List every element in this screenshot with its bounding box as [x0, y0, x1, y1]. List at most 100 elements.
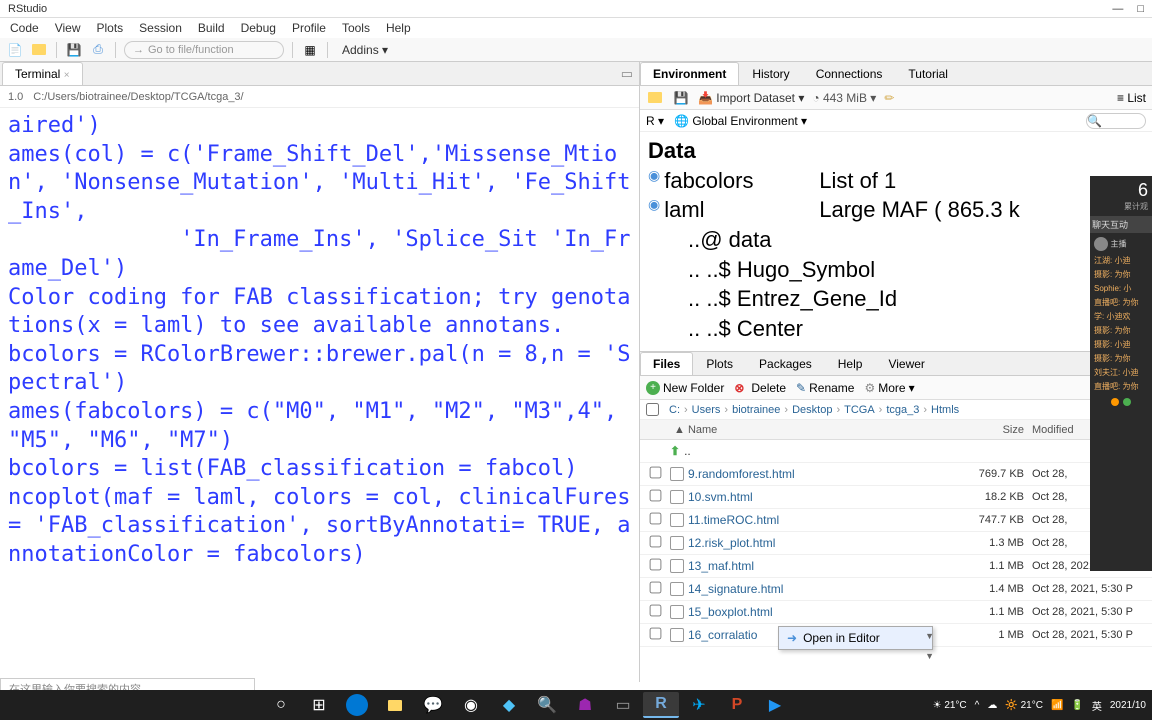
tab-tutorial[interactable]: Tutorial [895, 62, 961, 85]
memory-indicator[interactable]: ◔ 443 MiB ▾ [812, 91, 876, 105]
clock[interactable]: 2021/10 [1110, 700, 1146, 711]
file-row[interactable]: 9.randomforest.html 769.7 KB Oct 28, [640, 463, 1152, 486]
env-tree-line: .. ..$ Hugo_Symbol [648, 255, 1144, 285]
file-checkbox[interactable] [649, 467, 661, 479]
tab-history[interactable]: History [739, 62, 802, 85]
path-seg[interactable]: C: [669, 404, 680, 416]
file-row[interactable]: 10.svm.html 18.2 KB Oct 28, [640, 486, 1152, 509]
rstudio-icon[interactable]: R [643, 692, 679, 718]
new-file-icon[interactable]: 📄 [6, 41, 24, 59]
new-folder-button[interactable]: +New Folder [646, 381, 724, 395]
tray-icon[interactable]: 📶 [1051, 700, 1063, 711]
env-search-input[interactable]: 🔍 [1086, 113, 1146, 129]
open-file-icon[interactable] [30, 41, 48, 59]
global-env-dropdown[interactable]: 🌐 Global Environment ▾ [674, 114, 807, 128]
save-env-icon[interactable]: 💾 [672, 89, 690, 107]
path-seg[interactable]: tcga_3 [886, 404, 919, 416]
explorer-icon[interactable] [377, 692, 413, 718]
cortana-icon[interactable]: ○ [263, 692, 299, 718]
list-view-button[interactable]: ≡ List [1117, 91, 1146, 105]
cloud-icon[interactable]: ☁ [987, 700, 997, 711]
open-in-editor-item[interactable]: ➜ Open in Editor [779, 627, 932, 649]
file-row[interactable]: 14_signature.html 1.4 MB Oct 28, 2021, 5… [640, 578, 1152, 601]
tab-environment[interactable]: Environment [640, 62, 739, 85]
env-item-fabcolors[interactable]: ◉ fabcolors List of 1 [648, 166, 1144, 196]
menu-help[interactable]: Help [380, 21, 417, 35]
file-checkbox[interactable] [649, 605, 661, 617]
tab-viewer[interactable]: Viewer [875, 352, 937, 375]
menu-build[interactable]: Build [192, 21, 231, 35]
temp-widget[interactable]: 🔆 21°C [1005, 700, 1043, 711]
dropdown-arrow-icon[interactable]: ▼ [925, 651, 934, 661]
menu-profile[interactable]: Profile [286, 21, 332, 35]
tray-icon[interactable]: 🔋 [1071, 700, 1083, 711]
menu-view[interactable]: View [49, 21, 87, 35]
rename-button[interactable]: ✎Rename [796, 381, 854, 395]
path-seg[interactable]: Desktop [792, 404, 832, 416]
import-dataset-button[interactable]: 📥 Import Dataset ▾ [698, 91, 804, 105]
edge-icon[interactable] [346, 694, 368, 716]
file-checkbox[interactable] [649, 513, 661, 525]
goto-file-input[interactable]: → Go to file/function [124, 41, 284, 59]
maximize-button[interactable]: □ [1137, 3, 1144, 15]
save-all-icon[interactable]: ⎙ [89, 41, 107, 59]
expand-icon[interactable]: ◉ [648, 166, 660, 196]
expand-icon[interactable]: ◉ [648, 195, 660, 225]
menu-debug[interactable]: Debug [235, 21, 282, 35]
file-checkbox[interactable] [649, 582, 661, 594]
col-size[interactable]: Size [942, 424, 1032, 436]
delete-button[interactable]: ⊗Delete [734, 381, 786, 395]
grid-icon[interactable]: ▦ [301, 41, 319, 59]
file-row[interactable]: 11.timeROC.html 747.7 KB Oct 28, [640, 509, 1152, 532]
task-view-icon[interactable]: ⊞ [301, 692, 337, 718]
file-checkbox[interactable] [649, 490, 661, 502]
code-editor[interactable]: aired') ames(col) = c('Frame_Shift_Del',… [0, 108, 639, 682]
parent-dir-row[interactable]: ⬆.. [640, 440, 1152, 463]
chrome-icon[interactable]: ◉ [453, 692, 489, 718]
col-name[interactable]: ▲ Name [670, 424, 942, 436]
tab-plots[interactable]: Plots [693, 352, 746, 375]
file-row[interactable]: 15_boxplot.html 1.1 MB Oct 28, 2021, 5:3… [640, 601, 1152, 624]
path-seg[interactable]: Users [692, 404, 721, 416]
path-seg[interactable]: TCGA [844, 404, 875, 416]
path-seg[interactable]: biotrainee [732, 404, 780, 416]
broom-icon[interactable]: ✏ [884, 91, 894, 105]
env-item-laml[interactable]: ◉ laml Large MAF ( 865.3 k [648, 195, 1144, 225]
powerpoint-icon[interactable]: P [719, 692, 755, 718]
tab-connections[interactable]: Connections [803, 62, 896, 85]
addins-dropdown[interactable]: Addins ▾ [336, 43, 394, 57]
tab-files[interactable]: Files [640, 352, 693, 375]
menu-tools[interactable]: Tools [336, 21, 376, 35]
menu-code[interactable]: Code [4, 21, 45, 35]
dropdown-arrow-icon[interactable]: ▼ [925, 631, 934, 641]
ime-indicator[interactable]: 英 [1092, 698, 1102, 713]
app-icon[interactable]: ☗ [567, 692, 603, 718]
tray-up-icon[interactable]: ^ [975, 700, 980, 711]
everything-icon[interactable]: 🔍 [529, 692, 565, 718]
app-icon[interactable]: ▭ [605, 692, 641, 718]
file-row[interactable]: 13_maf.html 1.1 MB Oct 28, 2021, 5:30 P [640, 555, 1152, 578]
more-button[interactable]: ⚙More ▾ [864, 381, 914, 395]
file-checkbox[interactable] [649, 559, 661, 571]
tab-packages[interactable]: Packages [746, 352, 825, 375]
load-icon[interactable] [646, 89, 664, 107]
menu-plots[interactable]: Plots [90, 21, 129, 35]
save-icon[interactable]: 💾 [65, 41, 83, 59]
file-size: 1.1 MB [942, 560, 1032, 572]
file-checkbox[interactable] [649, 628, 661, 640]
minimize-button[interactable]: — [1112, 3, 1123, 15]
terminal-tab[interactable]: Terminal × [2, 62, 83, 85]
maximize-pane-icon[interactable]: ▭ [621, 66, 633, 82]
r-dropdown[interactable]: R ▾ [646, 114, 664, 128]
path-seg[interactable]: Htmls [931, 404, 959, 416]
wechat-icon[interactable]: 💬 [415, 692, 451, 718]
file-row[interactable]: 12.risk_plot.html 1.3 MB Oct 28, [640, 532, 1152, 555]
app-icon[interactable]: ✈ [681, 692, 717, 718]
tab-help[interactable]: Help [825, 352, 876, 375]
app-icon[interactable]: ▶ [757, 692, 793, 718]
menu-session[interactable]: Session [133, 21, 188, 35]
select-all-checkbox[interactable] [646, 403, 659, 416]
file-checkbox[interactable] [649, 536, 661, 548]
app-icon[interactable]: ◆ [491, 692, 527, 718]
weather-widget[interactable]: ☀ 21°C [933, 700, 967, 711]
